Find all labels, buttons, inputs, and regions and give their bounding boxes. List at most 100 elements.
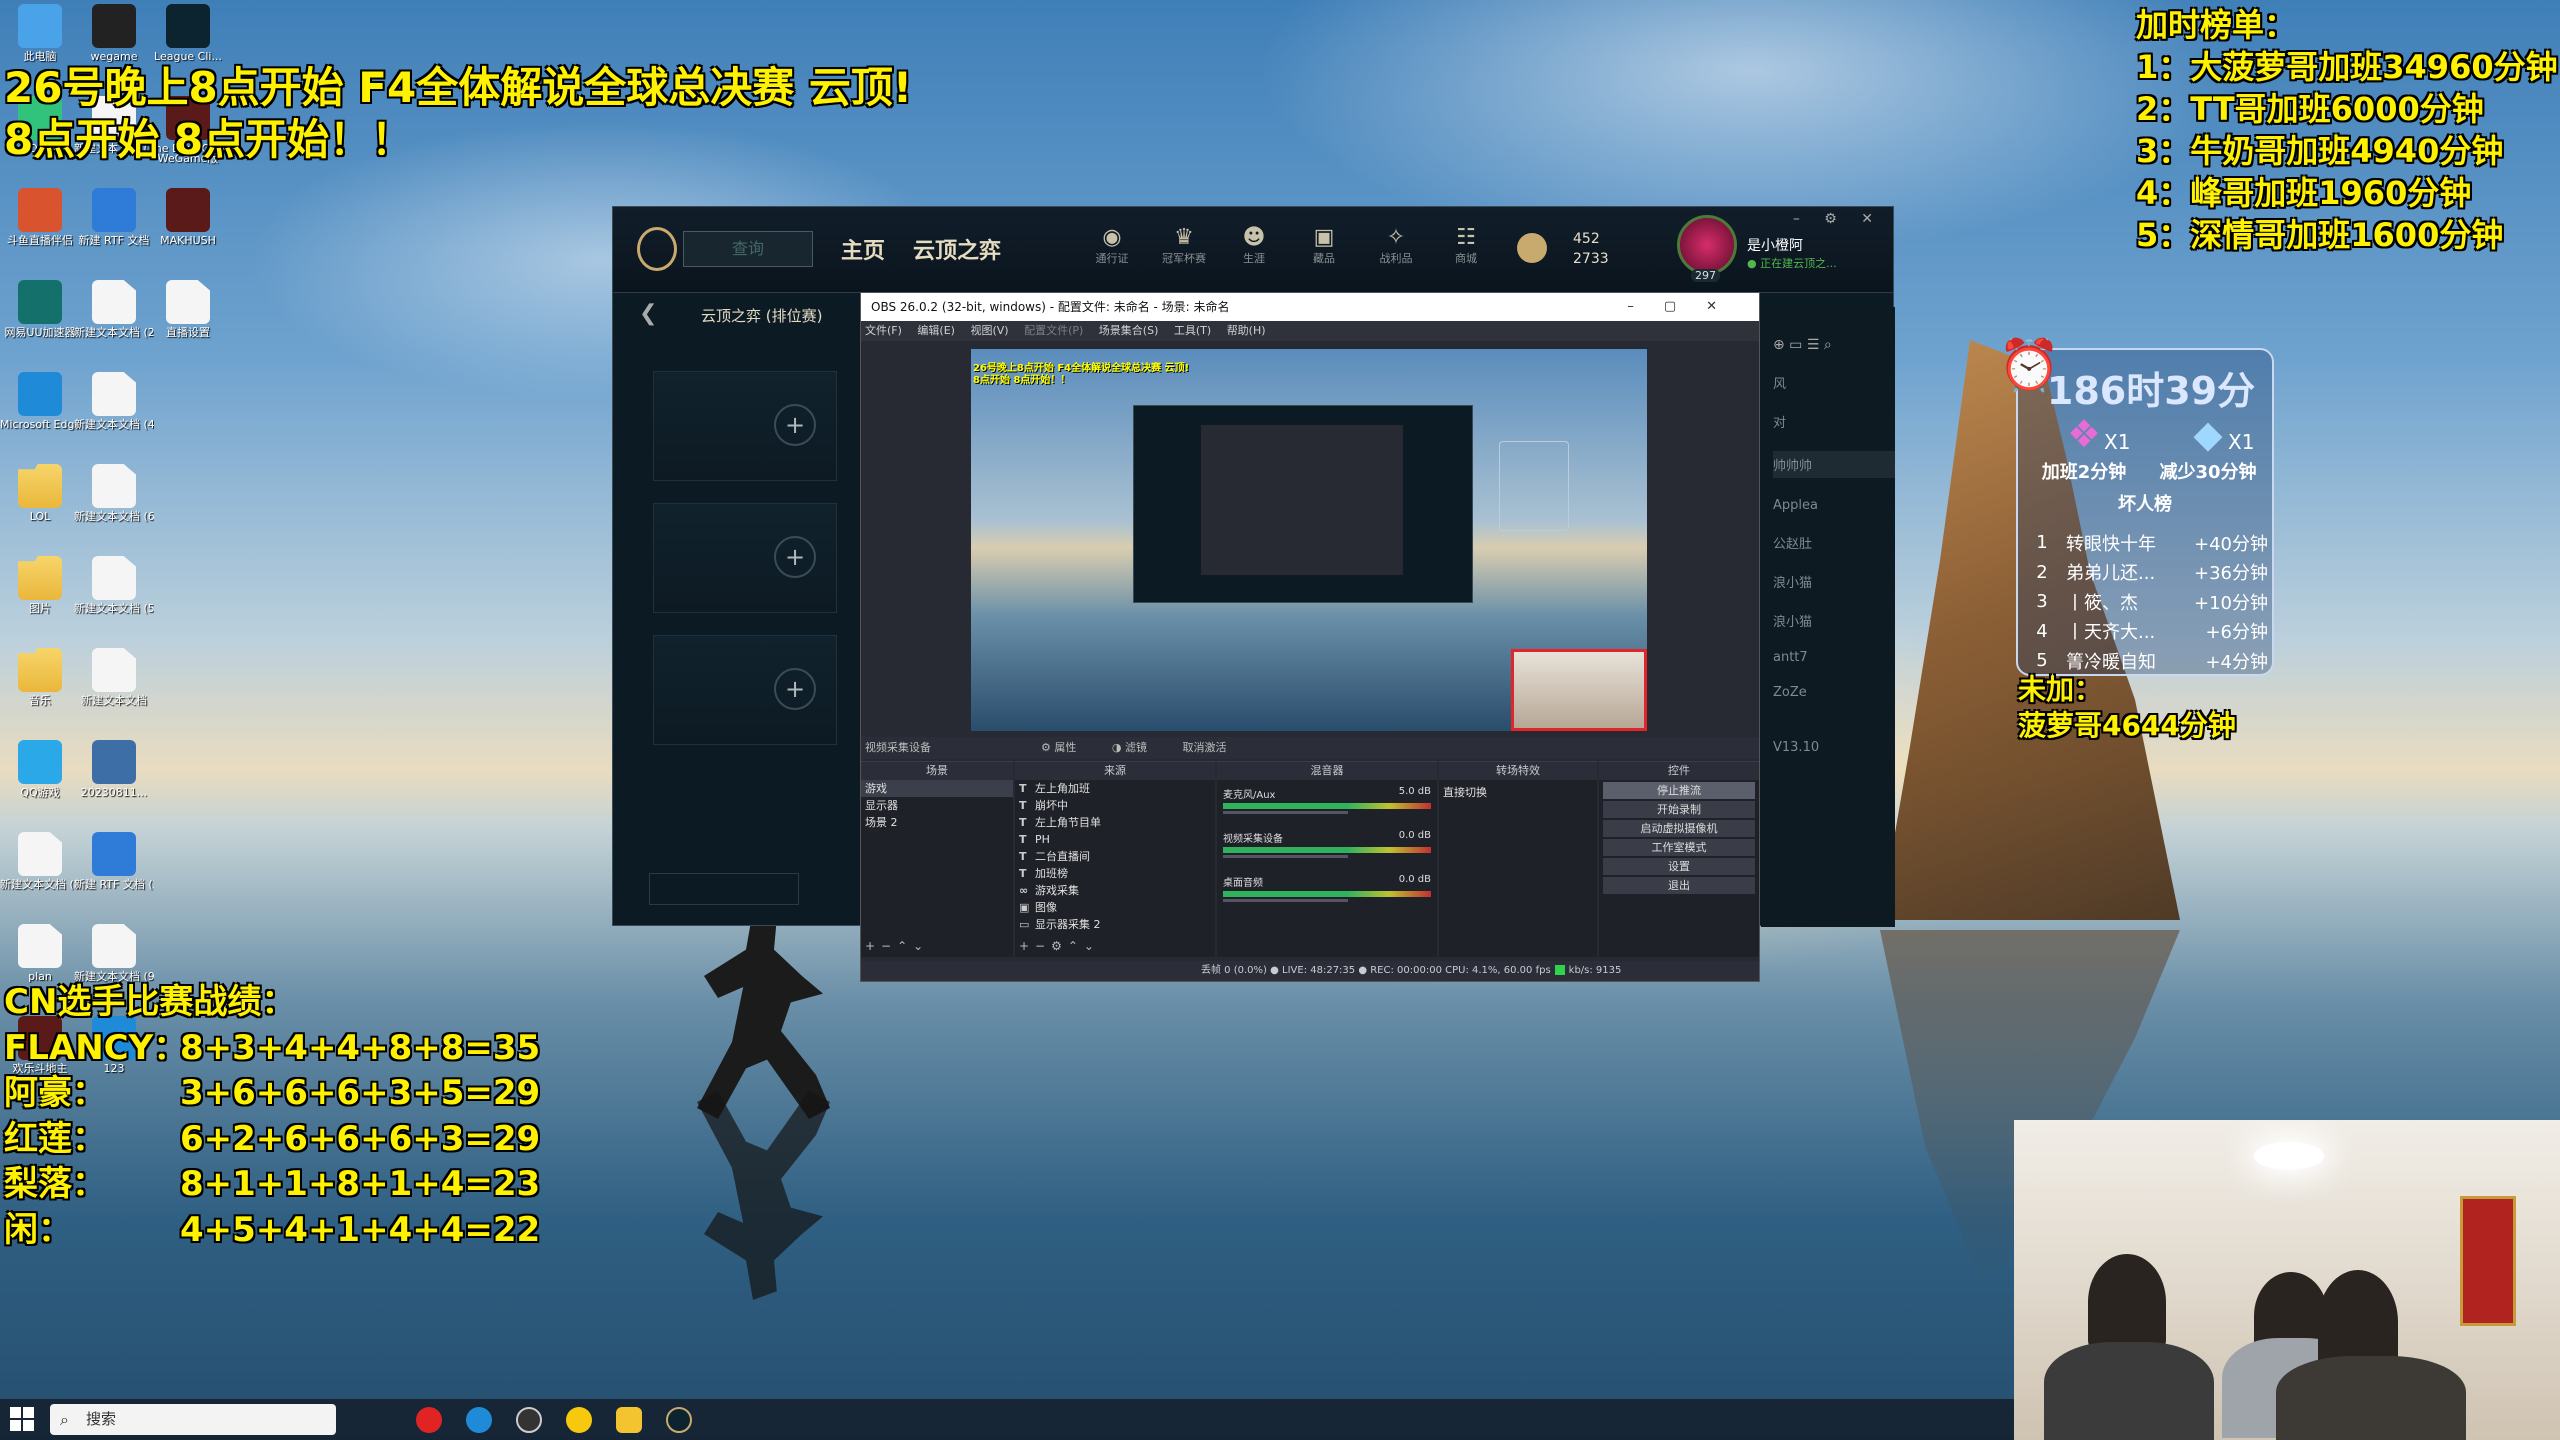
desktop-icon[interactable]: League Cli... — [148, 4, 228, 63]
desktop-icon[interactable]: plan — [0, 924, 80, 983]
start-recording-button[interactable]: 开始录制 — [1603, 801, 1755, 818]
lol-play-button[interactable]: 查询 — [683, 231, 813, 267]
desktop-icon[interactable]: Microsoft Edge — [0, 372, 80, 431]
collection-button[interactable]: ▣ 藏品 — [1297, 225, 1351, 266]
friend-item[interactable]: 公赵肚 — [1773, 533, 1895, 552]
volume-slider — [1223, 855, 1348, 858]
obs-icon[interactable] — [516, 1407, 542, 1433]
friend-item[interactable]: ZoZe — [1773, 685, 1895, 700]
nav-home[interactable]: 主页 — [841, 233, 885, 265]
menu-tools[interactable]: 工具(T) — [1174, 324, 1211, 337]
back-arrow-icon[interactable]: ❮ — [639, 301, 657, 326]
friend-item[interactable]: 浪小猫 — [1773, 611, 1895, 630]
friend-item[interactable]: 帅帅帅 — [1773, 451, 1895, 478]
virtual-camera-button[interactable]: 启动虚拟摄像机 — [1603, 820, 1755, 837]
source-item[interactable]: ∞ 游戏采集 — [1015, 882, 1215, 899]
obs-window-controls[interactable]: –▢✕ — [1627, 293, 1747, 321]
lobby-bottom-button[interactable] — [649, 873, 799, 905]
lol-window-controls[interactable]: – ⚙ ✕ — [1793, 211, 1883, 227]
desktop-icon[interactable]: 新建文本文档 (4) — [74, 372, 154, 431]
edge-icon[interactable] — [466, 1407, 492, 1433]
taskbar-search[interactable]: ⌕ 搜索 — [50, 1404, 336, 1435]
lol-logo-icon[interactable] — [637, 227, 677, 271]
desktop-icon[interactable]: 新建 RTF 文档 — [74, 188, 154, 247]
desktop-icon[interactable]: LOL — [0, 464, 80, 523]
settings-button[interactable]: 设置 — [1603, 858, 1755, 875]
trophy-button[interactable]: ♛ 冠军杯赛 — [1157, 225, 1211, 266]
scene-item[interactable]: 游戏 — [861, 780, 1013, 797]
source-controls[interactable]: +−⚙⌃⌄ — [1019, 939, 1100, 953]
desktop-icon[interactable]: 新建文本文档 — [74, 648, 154, 707]
filters-button[interactable]: ◑ 滤镜 — [1112, 741, 1163, 754]
desktop-icon[interactable]: 新建文本文档 (6) — [74, 464, 154, 523]
desktop-icon[interactable]: 20230811... — [74, 740, 154, 799]
studio-mode-button[interactable]: 工作室模式 — [1603, 839, 1755, 856]
avatar[interactable] — [1677, 215, 1737, 275]
source-item[interactable]: ▭ 显示器采集 2 — [1015, 916, 1215, 933]
menu-edit[interactable]: 编辑(E) — [917, 324, 955, 337]
game-icon — [166, 188, 210, 232]
stop-streaming-button[interactable]: 停止推流 — [1603, 782, 1755, 799]
document-icon — [92, 372, 136, 416]
source-item[interactable]: T 二台直播间 — [1015, 848, 1215, 865]
loot-button[interactable]: ✧ 战利品 — [1369, 225, 1423, 266]
desktop-icon[interactable]: 新建 RTF 文档 (2) — [74, 832, 154, 891]
source-item[interactable]: T 加班榜 — [1015, 865, 1215, 882]
desktop-icon[interactable]: 图片 — [0, 556, 80, 615]
pass-button[interactable]: ◉ 通行证 — [1085, 225, 1139, 266]
friend-item[interactable]: Applea — [1773, 498, 1895, 513]
scene-controls[interactable]: +−⌃⌄ — [865, 939, 929, 953]
desktop-icon-label: 网易UU加速器 — [4, 326, 76, 339]
menu-scene-collection[interactable]: 场景集合(S) — [1099, 324, 1159, 337]
source-item[interactable]: T 崩坏中 — [1015, 797, 1215, 814]
obs-window[interactable]: OBS 26.0.2 (32-bit, windows) - 配置文件: 未命名… — [860, 292, 1760, 982]
menu-help[interactable]: 帮助(H) — [1227, 324, 1266, 337]
source-item[interactable]: T 左上角加班 — [1015, 780, 1215, 797]
friend-item[interactable]: antt7 — [1773, 650, 1895, 665]
friend-item[interactable]: 对 — [1773, 412, 1895, 431]
friend-item[interactable]: 浪小猫 — [1773, 572, 1895, 591]
menu-file[interactable]: 文件(F) — [865, 324, 902, 337]
desktop-icon[interactable]: 直播设置 — [148, 280, 228, 339]
store-button[interactable]: ☷ 商城 — [1439, 225, 1493, 266]
netease-music-icon[interactable] — [416, 1407, 442, 1433]
obs-preview[interactable]: 26号晚上8点开始 F4全体解说全球总决赛 云顶! 8点开始 8点开始！！ — [971, 349, 1647, 731]
deactivate-button[interactable]: 取消激活 — [1182, 741, 1226, 754]
transition-select[interactable]: 直接切换 — [1439, 784, 1597, 801]
desktop-icon[interactable]: 网易UU加速器 — [0, 280, 80, 339]
mixer-channel[interactable]: 视频采集设备 0.0 dB — [1223, 830, 1431, 858]
scene-item[interactable]: 显示器 — [861, 797, 1013, 814]
desktop-icon[interactable]: 音乐 — [0, 648, 80, 707]
desktop-icon[interactable]: 新建文本文档 (8) — [0, 832, 80, 891]
league-icon[interactable] — [666, 1407, 692, 1433]
desktop-icon[interactable]: 斗鱼直播伴侣 — [0, 188, 80, 247]
friend-item[interactable]: 风 — [1773, 373, 1895, 392]
friends-toolbar-icons[interactable]: ⊕ ▭ ☰ ⌕ — [1773, 337, 1895, 353]
desktop-icon[interactable]: wegame — [74, 4, 154, 63]
source-item[interactable]: ▣ 图像 — [1015, 899, 1215, 916]
profile-button[interactable]: ☻ 生涯 — [1227, 225, 1281, 266]
desktop-icon[interactable]: QQ游戏 — [0, 740, 80, 799]
properties-button[interactable]: ⚙ 属性 — [1041, 741, 1092, 754]
windows-start-icon[interactable] — [10, 1407, 34, 1431]
desktop-icon[interactable]: 新建文本文档 (2) — [74, 280, 154, 339]
yy-icon[interactable] — [616, 1407, 642, 1433]
lobby-slot[interactable]: + — [653, 371, 837, 481]
mixer-channel[interactable]: 麦克风/Aux 5.0 dB — [1223, 786, 1431, 814]
desktop-icon[interactable]: 新建文本文档 (9) — [74, 924, 154, 983]
lobby-slot[interactable]: + — [653, 635, 837, 745]
lobby-slot[interactable]: + — [653, 503, 837, 613]
qq-browser-icon[interactable] — [566, 1407, 592, 1433]
desktop-icon[interactable]: MAKHUSH — [148, 188, 228, 247]
menu-profile[interactable]: 配置文件(P) — [1024, 324, 1083, 337]
scene-item[interactable]: 场景 2 — [861, 814, 1013, 831]
nav-tft[interactable]: 云顶之弈 — [913, 233, 1001, 265]
source-item[interactable]: T PH — [1015, 831, 1215, 848]
mixer-channel[interactable]: 桌面音频 0.0 dB — [1223, 874, 1431, 902]
menu-view[interactable]: 视图(V) — [970, 324, 1008, 337]
source-item[interactable]: T 左上角节目单 — [1015, 814, 1215, 831]
desktop-icon[interactable]: 此电脑 — [0, 4, 80, 63]
rp-coin-icon[interactable] — [1517, 233, 1547, 263]
exit-button[interactable]: 退出 — [1603, 877, 1755, 894]
desktop-icon[interactable]: 新建文本文档 (5) — [74, 556, 154, 615]
